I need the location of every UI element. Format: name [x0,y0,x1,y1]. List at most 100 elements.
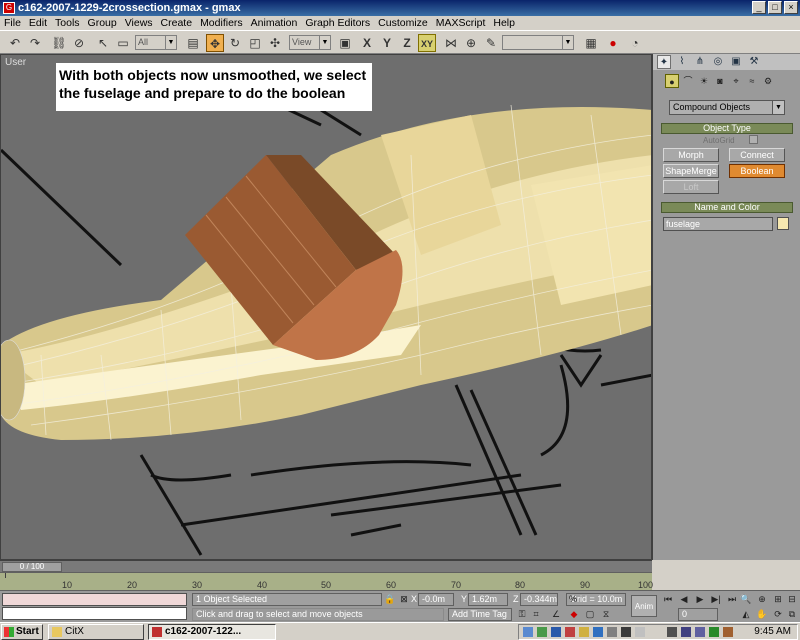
shapemerge-button[interactable]: ShapeMerge [663,164,719,178]
key-mode-icon[interactable]: ⚿ [516,608,528,620]
go-to-end-icon[interactable]: ⏭ [726,593,738,605]
menu-file[interactable]: File [0,17,25,29]
animate-mode-button[interactable]: Anim [631,595,657,617]
viewport-label[interactable]: User [5,57,26,68]
align-icon[interactable]: ⊕ [462,34,480,52]
squash-icon[interactable]: ✣ [266,34,284,52]
quick-render-icon[interactable]: ◔ [626,34,644,52]
menu-graph-editors[interactable]: Graph Editors [301,17,374,29]
menu-create[interactable]: Create [157,17,197,29]
y-axis-icon[interactable]: Y [378,34,396,52]
select-region-icon[interactable]: ▭ [114,34,132,52]
z-axis-icon[interactable]: Z [398,34,416,52]
undo-icon[interactable]: ↶ [6,34,24,52]
window-crossing-icon[interactable]: ▢ [584,608,596,620]
percent-snap-icon[interactable]: % [567,593,579,605]
menu-customize[interactable]: Customize [374,17,432,29]
y-coord-field[interactable]: 1.62m [468,593,508,606]
systems-icon[interactable]: ⚙ [761,74,775,88]
pan-hand-icon[interactable]: ✋ [756,608,768,620]
snap-toggle-icon[interactable]: ⌗ [530,608,542,620]
add-time-tag-button[interactable]: Add Time Tag [448,608,512,621]
tray-security-icon[interactable] [695,627,705,637]
close-button[interactable]: × [784,1,798,14]
link-icon[interactable]: ⛓ [50,34,68,52]
mirror-icon[interactable]: ⋈ [442,34,460,52]
lights-icon[interactable]: ☀ [697,74,711,88]
unlink-icon[interactable]: ⊘ [70,34,88,52]
menu-modifiers[interactable]: Modifiers [196,17,247,29]
xy-plane-button[interactable]: XY [418,34,436,52]
shapes-icon[interactable]: ⌒ [681,74,695,88]
zoom-extents-icon[interactable]: ⊞ [772,593,784,605]
z-coord-field[interactable]: -0.344m [520,593,558,606]
pivot-center-icon[interactable]: ▣ [336,34,354,52]
x-coord-field[interactable]: -0.0m [418,593,454,606]
object-category-dropdown[interactable]: Compound Objects ▼ [669,100,785,115]
render-teapot-icon[interactable]: ● [604,34,622,52]
menu-group[interactable]: Group [84,17,121,29]
loft-button[interactable]: Loft [663,180,719,194]
tray-monitor-icon[interactable] [593,627,603,637]
menu-animation[interactable]: Animation [247,17,302,29]
taskbar-item-citx[interactable]: CitX [48,624,144,640]
select-by-name-icon[interactable]: ▤ [184,34,202,52]
tray-display-icon[interactable] [681,627,691,637]
menu-help[interactable]: Help [489,17,519,29]
time-slider[interactable]: 0 / 100 [0,560,652,572]
taskbar-item-gmax[interactable]: c162-2007-122... [148,624,276,640]
tray-volume-icon[interactable] [723,627,733,637]
play-icon[interactable]: ▶ [694,593,706,605]
rotate-icon[interactable]: ↻ [226,34,244,52]
motion-tab-icon[interactable]: ◎ [711,55,725,69]
current-frame-field[interactable]: 0 [678,608,718,621]
maximize-viewport-icon[interactable]: ⧉ [786,608,798,620]
hierarchy-tab-icon[interactable]: ⋔ [693,55,707,69]
tray-update-icon[interactable] [709,627,719,637]
menu-maxscript[interactable]: MAXScript [432,17,490,29]
utilities-tab-icon[interactable]: ⚒ [747,55,761,69]
gmax-app-icon[interactable]: G [3,2,15,14]
maximize-button[interactable]: □ [768,1,782,14]
geometry-icon[interactable]: ● [665,74,679,88]
named-selection-dropdown[interactable]: ▼ [502,35,574,50]
select-arrow-icon[interactable]: ↖ [94,34,112,52]
zoom-extents-all-icon[interactable]: ⊟ [786,593,798,605]
zoom-icon[interactable]: 🔍 [740,593,752,605]
menu-views[interactable]: Views [121,17,157,29]
tray-printer-icon[interactable] [667,627,677,637]
material-editor-icon[interactable]: ▦ [582,34,600,52]
move-icon[interactable]: ✥ [206,34,224,52]
autogrid-checkbox[interactable] [749,135,758,144]
time-slider-thumb[interactable]: 0 / 100 [2,562,62,572]
next-frame-icon[interactable]: ▶| [710,593,722,605]
redo-icon[interactable]: ↷ [26,34,44,52]
cameras-icon[interactable]: ◙ [713,74,727,88]
create-tab-icon[interactable]: ✦ [657,55,671,69]
tray-shield-icon[interactable] [537,627,547,637]
menu-tools[interactable]: Tools [51,17,84,29]
object-type-rollout[interactable]: Object Type [661,123,793,134]
angle-snap-icon[interactable]: ∠ [550,608,562,620]
tray-folder-icon[interactable] [579,627,589,637]
tray-globe-icon[interactable] [551,627,561,637]
tray-media-icon[interactable] [621,627,631,637]
reference-coordinate-dropdown[interactable]: View ▼ [289,35,331,50]
object-name-field[interactable]: fuselage [663,217,773,231]
tray-app-icon[interactable] [565,627,575,637]
helpers-icon[interactable]: ⌖ [729,74,743,88]
object-color-swatch[interactable] [777,217,789,230]
space-warps-icon[interactable]: ≈ [745,74,759,88]
snap-icon[interactable]: ✎ [482,34,500,52]
lock-selection-icon[interactable]: 🔒 [384,593,396,605]
minimize-button[interactable]: _ [752,1,766,14]
maxscript-listener-mini[interactable] [2,593,187,606]
maxscript-input-mini[interactable] [2,607,187,620]
display-tab-icon[interactable]: ▣ [729,55,743,69]
menu-edit[interactable]: Edit [25,17,51,29]
start-button[interactable]: Start [1,624,43,640]
degradation-icon[interactable]: ⧖ [600,608,612,620]
field-of-view-icon[interactable]: ◭ [740,608,752,620]
scale-icon[interactable]: ◰ [246,34,264,52]
morph-button[interactable]: Morph [663,148,719,162]
